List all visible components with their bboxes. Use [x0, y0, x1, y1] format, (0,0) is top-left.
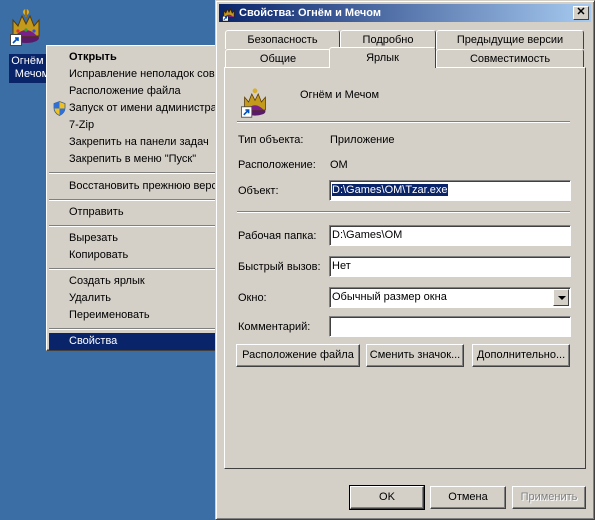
dialog-titlebar[interactable]: Свойства: Огнём и Мечом ✕ — [219, 4, 591, 22]
dialog-title: Свойства: Огнём и Мечом — [239, 7, 382, 19]
comment-label: Комментарий: — [238, 321, 311, 333]
file-location-button[interactable]: Расположение файла — [236, 344, 360, 367]
comment-field[interactable] — [329, 316, 571, 337]
apply-button[interactable]: Применить — [512, 486, 586, 509]
desktop-shortcut-icon[interactable]: Огнём и Мечом — [6, 6, 55, 83]
menu-item-7zip[interactable]: 7-Zip — [49, 117, 225, 134]
menu-item-pin-start[interactable]: Закрепить в меню "Пуск" — [49, 151, 225, 168]
ok-button[interactable]: OK — [349, 485, 425, 510]
object-type-value: Приложение — [330, 134, 395, 146]
chevron-down-icon[interactable] — [553, 289, 569, 306]
menu-item-send-to[interactable]: Отправить — [49, 204, 225, 221]
separator — [237, 211, 570, 213]
hotkey-field[interactable]: Нет — [329, 256, 571, 277]
window-select[interactable]: Обычный размер окна — [329, 287, 571, 308]
menu-separator — [49, 172, 225, 174]
shortcut-name: Огнём и Мечом — [300, 89, 380, 101]
window-label: Окно: — [238, 292, 267, 304]
tab-general[interactable]: Общие — [225, 49, 331, 68]
separator — [237, 121, 570, 123]
menu-separator — [49, 328, 225, 330]
menu-item-pin-taskbar[interactable]: Закрепить на панели задач — [49, 134, 225, 151]
change-icon-button[interactable]: Сменить значок... — [366, 344, 464, 367]
tab-previous-versions[interactable]: Предыдущие версии — [436, 30, 584, 49]
tab-shortcut[interactable]: Ярлык — [329, 47, 436, 68]
cancel-button[interactable]: Отмена — [430, 486, 506, 509]
close-button[interactable]: ✕ — [573, 6, 589, 20]
workdir-label: Рабочая папка: — [238, 230, 317, 242]
shield-icon — [53, 101, 66, 116]
menu-item-open[interactable]: Открыть — [49, 49, 225, 66]
location-value: OM — [330, 159, 348, 171]
shortcut-arrow-icon — [10, 34, 22, 46]
menu-item-cut[interactable]: Вырезать — [49, 230, 225, 247]
menu-item-file-location[interactable]: Расположение файла — [49, 83, 225, 100]
target-field[interactable]: D:\Games\OM\Tzar.exe — [329, 180, 571, 201]
context-menu: Открыть Исправление неполадок совместимо… — [46, 45, 226, 351]
hotkey-label: Быстрый вызов: — [238, 261, 321, 273]
menu-item-run-as-admin-label: Запуск от имени администратора — [69, 102, 226, 114]
shortcut-icon — [238, 86, 272, 121]
menu-item-restore-previous[interactable]: Восстановить прежнюю версию — [49, 178, 225, 195]
workdir-field[interactable]: D:\Games\OM — [329, 225, 571, 246]
menu-item-delete[interactable]: Удалить — [49, 290, 225, 307]
advanced-button[interactable]: Дополнительно... — [472, 344, 570, 367]
location-label: Расположение: — [238, 159, 316, 171]
menu-item-create-shortcut[interactable]: Создать ярлык — [49, 273, 225, 290]
crown-icon — [8, 6, 44, 46]
crown-icon — [241, 88, 266, 118]
close-icon: ✕ — [576, 6, 586, 18]
menu-item-copy[interactable]: Копировать — [49, 247, 225, 264]
menu-separator — [49, 268, 225, 270]
tab-security[interactable]: Безопасность — [225, 30, 340, 49]
tab-compatibility[interactable]: Совместимость — [436, 49, 584, 68]
menu-item-troubleshoot-compatibility[interactable]: Исправление неполадок совместимости — [49, 66, 225, 83]
menu-item-rename[interactable]: Переименовать — [49, 307, 225, 324]
target-label: Объект: — [238, 185, 279, 197]
menu-separator — [49, 199, 225, 201]
menu-item-run-as-admin[interactable]: Запуск от имени администратора — [49, 100, 225, 117]
menu-separator — [49, 225, 225, 227]
target-value: D:\Games\OM\Tzar.exe — [332, 184, 448, 196]
object-type-label: Тип объекта: — [238, 134, 304, 146]
window-select-value: Обычный размер окна — [332, 291, 447, 303]
menu-item-properties[interactable]: Свойства — [49, 333, 225, 350]
crown-icon — [222, 8, 235, 21]
